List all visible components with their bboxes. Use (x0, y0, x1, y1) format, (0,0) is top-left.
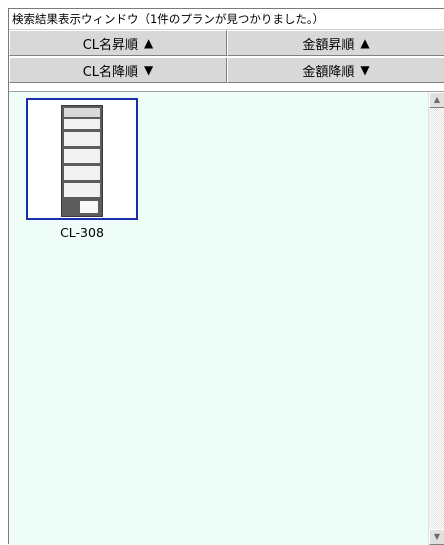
result-item-label: CL-308 (60, 225, 104, 240)
sort-name-desc-button[interactable]: CL名降順 ▼ (9, 57, 227, 83)
result-item[interactable]: CL-308 (26, 98, 138, 240)
search-results-window: 検索結果表示ウィンドウ（1件のプランが見つかりました。） CL名昇順 ▲ 金額昇… (8, 8, 444, 545)
sort-name-asc-button[interactable]: CL名昇順 ▲ (9, 30, 227, 56)
triangle-down-icon: ▼ (360, 63, 370, 77)
vertical-scrollbar[interactable]: ▲ ▼ (428, 92, 444, 545)
shelf-thumbnail[interactable] (26, 98, 138, 220)
shelf-image (61, 105, 103, 217)
sort-bar-ascending: CL名昇順 ▲ 金額昇順 ▲ (9, 30, 444, 57)
scroll-up-icon[interactable]: ▲ (429, 92, 444, 108)
sort-name-desc-label: CL名降順 (82, 64, 139, 80)
sort-name-asc-label: CL名昇順 (82, 37, 139, 53)
sort-price-desc-label: 金額降順 (302, 64, 355, 80)
sort-price-desc-button[interactable]: 金額降順 ▼ (227, 57, 444, 83)
results-panel: CL-308 ▲ ▼ (9, 91, 444, 545)
scroll-down-icon[interactable]: ▼ (429, 529, 444, 545)
triangle-down-icon: ▼ (144, 63, 154, 77)
sort-bar-descending: CL名降順 ▼ 金額降順 ▼ (9, 57, 444, 84)
triangle-up-icon: ▲ (144, 36, 154, 50)
window-title: 検索結果表示ウィンドウ（1件のプランが見つかりました。） (9, 9, 444, 30)
sort-price-asc-button[interactable]: 金額昇順 ▲ (227, 30, 444, 56)
sort-price-asc-label: 金額昇順 (302, 37, 355, 53)
triangle-up-icon: ▲ (360, 36, 370, 50)
